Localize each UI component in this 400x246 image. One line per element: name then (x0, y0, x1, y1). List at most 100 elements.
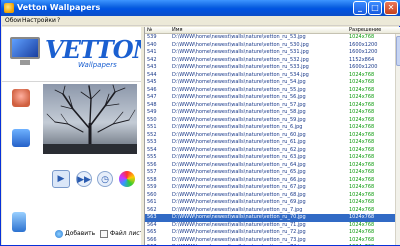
row-number: 554 (147, 146, 157, 153)
table-row[interactable]: 562 D:\WWW\home\newest\walls\nature\vetto… (145, 207, 400, 215)
table-row[interactable]: 564 D:\WWW\home\newest\walls\nature\vetto… (145, 222, 400, 230)
clock-icon: ◷ (101, 175, 109, 185)
row-number: 567 (147, 244, 171, 245)
row-resolution: 1600x1200 (349, 41, 378, 48)
column-resolution[interactable]: Разрешение (349, 27, 381, 34)
next-button[interactable]: ▶▶ (76, 171, 92, 187)
wallpaper-mode-icon[interactable] (12, 89, 30, 107)
column-number[interactable]: № (147, 27, 152, 34)
menu-wallpapers[interactable]: Обои (5, 16, 21, 26)
list-header: № Имя Разрешение (145, 27, 400, 34)
row-resolution: 1024x768 (349, 131, 375, 138)
row-number: 562 (147, 206, 157, 213)
table-row[interactable]: 541 D:\WWW\home\newest\walls\nature\vetto… (145, 49, 400, 57)
row-resolution: 1024x768 (349, 169, 375, 175)
list-rows: 539 D:\WWW\home\newest\walls\nature\vetto… (145, 34, 400, 245)
maximize-button[interactable]: □ (368, 1, 382, 15)
app-window: Vetton Wallpapers _ □ ✕ Обои Настройки ?… (0, 0, 400, 246)
table-row[interactable]: 563 D:\WWW\home\newest\walls\nature\vetto… (145, 214, 400, 222)
desktop-icon[interactable] (12, 129, 30, 147)
menu-help[interactable]: ? (57, 16, 60, 26)
play-button[interactable]: ▶ (52, 170, 70, 188)
row-resolution: 1024x768 (349, 244, 393, 245)
table-row[interactable]: 548 D:\WWW\home\newest\walls\nature\vetto… (145, 102, 400, 110)
table-row[interactable]: 566 D:\WWW\home\newest\walls\nature\vetto… (145, 237, 400, 245)
table-row[interactable]: 544 D:\WWW\home\newest\walls\nature\vetto… (145, 72, 400, 80)
row-resolution: 1024x768 (349, 124, 375, 130)
row-resolution: 1024x768 (349, 199, 375, 205)
row-filename: D:\WWW\home\newest\walls\nature\vetton_r… (172, 244, 347, 245)
table-row[interactable]: 560 D:\WWW\home\newest\walls\nature\vetto… (145, 192, 400, 200)
row-filename: D:\WWW\home\newest\walls\nature\vetton_r… (172, 79, 306, 85)
file-icon (100, 230, 108, 238)
table-row[interactable]: 557 D:\WWW\home\newest\walls\nature\vetto… (145, 169, 400, 177)
table-row[interactable]: 561 D:\WWW\home\newest\walls\nature\vetto… (145, 199, 400, 207)
row-number: 553 (147, 139, 157, 145)
monitor-icon (10, 37, 40, 59)
table-row[interactable]: 567D:\WWW\home\newest\walls\nature\vetto… (145, 244, 400, 245)
row-resolution: 1024x768 (349, 191, 375, 198)
row-resolution: 1024x768 (349, 116, 375, 123)
row-resolution: 1024x768 (349, 109, 375, 115)
table-row[interactable]: 545 D:\WWW\home\newest\walls\nature\vetto… (145, 79, 400, 87)
table-row[interactable]: 553 D:\WWW\home\newest\walls\nature\vetto… (145, 139, 400, 147)
row-resolution: 1024x768 (349, 221, 375, 228)
row-number: 545 (147, 79, 157, 85)
row-resolution: 1024x768 (349, 101, 375, 108)
row-resolution: 1600x1200 (349, 64, 378, 70)
tree-silhouette-image (43, 84, 137, 154)
table-row[interactable]: 549 D:\WWW\home\newest\walls\nature\vetto… (145, 109, 400, 117)
row-resolution: 1024x768 (349, 146, 375, 153)
table-row[interactable]: 546 D:\WWW\home\newest\walls\nature\vetto… (145, 87, 400, 95)
row-resolution: 1024x768 (349, 214, 375, 220)
row-filename: D:\WWW\home\newest\walls\nature\vetton_r… (172, 64, 309, 70)
row-filename: D:\WWW\home\newest\walls\nature\vetton_r… (172, 169, 306, 175)
row-filename: D:\WWW\home\newest\walls\nature\vetton_r… (172, 34, 306, 40)
table-row[interactable]: 543 D:\WWW\home\newest\walls\nature\vetto… (145, 64, 400, 72)
table-row[interactable]: 550 D:\WWW\home\newest\walls\nature\vetto… (145, 117, 400, 125)
close-button[interactable]: ✕ (384, 1, 398, 15)
scroll-thumb[interactable] (396, 36, 400, 66)
row-number: 564 (147, 221, 157, 228)
left-panel: VETTON Wallpapers ▶ ▶▶ ◷ Добавить Файл л… (2, 27, 155, 245)
row-number: 563 (147, 214, 157, 220)
row-resolution: 1024x768 (349, 206, 375, 213)
row-number: 557 (147, 169, 157, 175)
column-name[interactable]: Имя (172, 27, 183, 34)
title-bar[interactable]: Vetton Wallpapers _ □ ✕ (1, 0, 400, 16)
row-resolution: 1024x768 (349, 229, 375, 235)
row-resolution: 1024x768 (349, 236, 375, 243)
timer-button[interactable]: ◷ (97, 171, 113, 187)
table-row[interactable]: 539 D:\WWW\home\newest\walls\nature\vetto… (145, 34, 400, 42)
table-row[interactable]: 547 D:\WWW\home\newest\walls\nature\vetto… (145, 94, 400, 102)
color-button[interactable] (119, 171, 135, 187)
table-row[interactable]: 551 D:\WWW\home\newest\walls\nature\vetto… (145, 124, 400, 132)
table-row[interactable]: 540 D:\WWW\home\newest\walls\nature\vetto… (145, 42, 400, 50)
file-list-label: Файл лист (110, 230, 144, 237)
vertical-scrollbar[interactable] (395, 34, 400, 245)
menu-bar: Обои Настройки ? (2, 16, 400, 26)
table-row[interactable]: 565 D:\WWW\home\newest\walls\nature\vetto… (145, 229, 400, 237)
row-resolution: 1024x768 (349, 154, 375, 160)
row-resolution: 1024x768 (349, 94, 375, 100)
table-row[interactable]: 554 D:\WWW\home\newest\walls\nature\vetto… (145, 147, 400, 155)
table-row[interactable]: 542 D:\WWW\home\newest\walls\nature\vetto… (145, 57, 400, 65)
logo: VETTON Wallpapers (10, 33, 155, 73)
row-resolution: 1024x768 (349, 176, 375, 183)
row-number: 549 (147, 109, 157, 115)
minimize-button[interactable]: _ (353, 1, 367, 15)
next-icon: ▶▶ (77, 175, 91, 185)
table-row[interactable]: 556 D:\WWW\home\newest\walls\nature\vetto… (145, 162, 400, 170)
phone-icon[interactable] (12, 212, 26, 232)
menu-settings[interactable]: Настройки (22, 16, 56, 26)
table-row[interactable]: 558 D:\WWW\home\newest\walls\nature\vetto… (145, 177, 400, 185)
table-row[interactable]: 552 D:\WWW\home\newest\walls\nature\vetto… (145, 132, 400, 140)
row-filename: D:\WWW\home\newest\walls\nature\vetton_r… (172, 199, 306, 205)
table-row[interactable]: 555 D:\WWW\home\newest\walls\nature\vetto… (145, 154, 400, 162)
row-number: 542 (147, 56, 157, 63)
row-filename: D:\WWW\home\newest\walls\nature\vetton_r… (172, 101, 306, 108)
row-filename: D:\WWW\home\newest\walls\nature\vetton_r… (172, 109, 306, 115)
table-row[interactable]: 559 D:\WWW\home\newest\walls\nature\vetto… (145, 184, 400, 192)
row-filename: D:\WWW\home\newest\walls\nature\vetton_r… (172, 131, 306, 138)
add-label: Добавить (65, 230, 96, 237)
